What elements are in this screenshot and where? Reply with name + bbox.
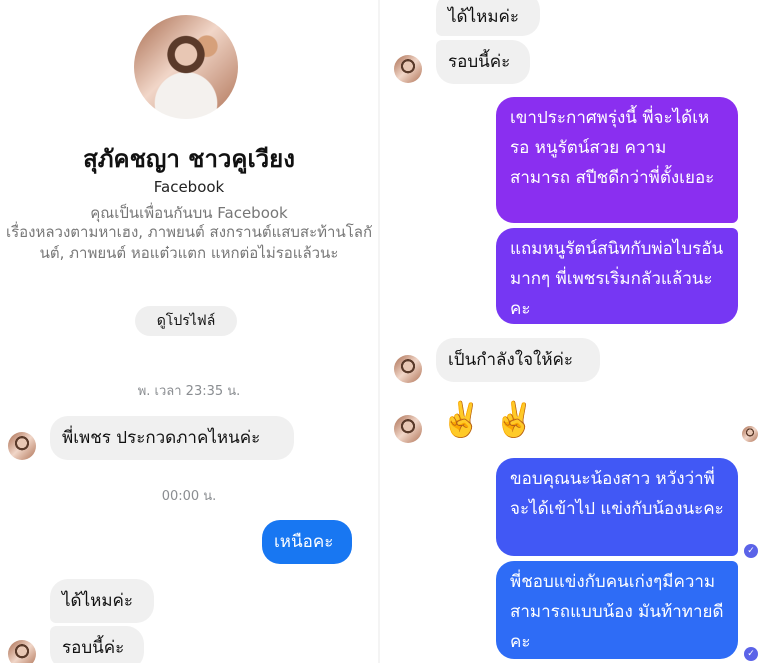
profile-description: เรื่องหลวงตามหาเฮง, ภาพยนต์ สงกรานต์แสบส… xyxy=(5,223,373,262)
delivered-check-icon: ✓ xyxy=(744,544,758,558)
profile-photo[interactable] xyxy=(134,15,238,119)
conversation-panel-left: สุภัคชญา ชาวคูเวียง Facebook คุณเป็นเพื่… xyxy=(0,0,378,663)
message-incoming[interactable]: ได้ไหมค่ะ xyxy=(436,0,540,36)
contact-avatar[interactable] xyxy=(8,432,36,460)
contact-avatar[interactable] xyxy=(8,640,36,663)
seen-avatar-icon xyxy=(742,426,758,442)
victory-hand-emoji[interactable]: ✌️ ✌️ xyxy=(440,400,535,440)
contact-avatar[interactable] xyxy=(394,355,422,383)
message-outgoing[interactable]: แถมหนูรัตน์สนิทกับพ่อไบรอันมากๆ พี่เพชรเ… xyxy=(496,228,738,324)
message-outgoing[interactable]: ขอบคุณนะน้องสาว หวังว่าพี่จะได้เข้าไป แข… xyxy=(496,458,738,556)
message-incoming[interactable]: รอบนี้ค่ะ xyxy=(50,626,144,663)
profile-name: สุภัคชญา ชาวคูเวียง xyxy=(83,145,295,173)
message-incoming[interactable]: พี่เพชร ประกวดภาคไหนค่ะ xyxy=(50,416,294,460)
message-outgoing[interactable]: เหนือคะ xyxy=(262,520,352,564)
message-incoming[interactable]: เป็นกำลังใจให้ค่ะ xyxy=(436,338,600,382)
profile-platform: Facebook xyxy=(153,178,225,196)
message-outgoing[interactable]: พี่ชอบแข่งกับคนเก่งๆมีความสามารถแบบน้อง … xyxy=(496,561,738,659)
contact-avatar[interactable] xyxy=(394,55,422,83)
contact-avatar[interactable] xyxy=(394,415,422,443)
timestamp: พ. เวลา 23:35 น. xyxy=(137,384,241,399)
message-incoming[interactable]: ได้ไหมค่ะ xyxy=(50,579,154,623)
delivered-check-icon: ✓ xyxy=(744,647,758,661)
timestamp: 00:00 น. xyxy=(161,489,217,504)
conversation-panel-right: ได้ไหมค่ะ รอบนี้ค่ะ เขาประกาศพรุ่งนี้ พี… xyxy=(380,0,763,663)
message-incoming[interactable]: รอบนี้ค่ะ xyxy=(436,40,530,84)
message-outgoing[interactable]: เขาประกาศพรุ่งนี้ พี่จะได้เหรอ หนูรัตน์ส… xyxy=(496,97,738,223)
view-profile-button[interactable]: ดูโปรไฟล์ xyxy=(135,306,237,336)
